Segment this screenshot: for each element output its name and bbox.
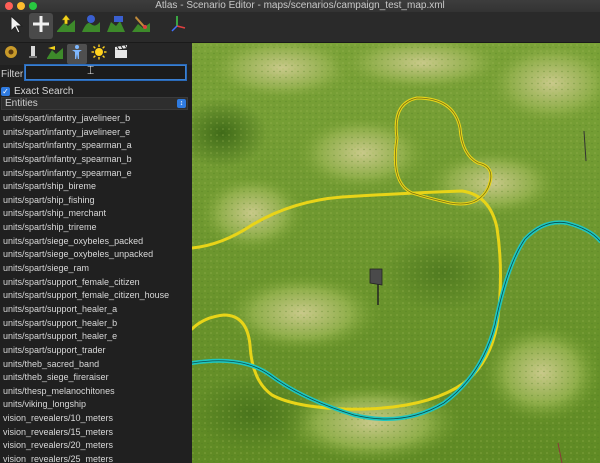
window-title: Atlas - Scenario Editor - maps/scenarios… [155,0,445,11]
tab-map-settings[interactable] [1,44,21,64]
move-cross-icon [31,14,51,39]
list-item[interactable]: units/spart/siege_oxybeles_unpacked [0,248,192,262]
panel-tabs [0,43,192,65]
filter-input[interactable] [25,65,186,80]
list-item[interactable]: units/spart/infantry_javelineer_b [0,112,192,126]
list-item[interactable]: units/spart/ship_merchant [0,207,192,221]
cinematic-clapper-icon [113,44,129,65]
select-arrow-icon [7,14,25,39]
tab-terrain[interactable] [45,44,65,64]
list-item[interactable]: units/spart/siege_oxybeles_packed [0,235,192,249]
list-item[interactable]: units/spart/support_female_citizen_house [0,289,192,303]
list-item[interactable]: vision_revealers/20_meters [0,439,192,453]
environment-sun-icon [91,44,107,65]
axes-gizmo-icon [168,14,188,39]
object-panel: Filter ⌶ ✓ Exact Search Entities ↕ units… [0,43,192,463]
list-item[interactable]: vision_revealers/10_meters [0,412,192,426]
list-item[interactable]: units/spart/infantry_spearman_e [0,167,192,181]
list-item[interactable]: units/spart/support_healer_e [0,330,192,344]
list-item[interactable]: units/theb_siege_fireraiser [0,371,192,385]
exact-search-label: Exact Search [14,85,74,97]
list-item[interactable]: vision_revealers/15_meters [0,426,192,440]
tab-object[interactable] [67,44,87,64]
list-item[interactable]: units/spart/siege_ram [0,262,192,276]
list-item[interactable]: units/spart/infantry_spearman_a [0,139,192,153]
terrain-viewport[interactable] [192,43,600,463]
list-item[interactable]: units/spart/ship_fishing [0,194,192,208]
list-item[interactable]: units/spart/support_healer_a [0,303,192,317]
paint-terrain-button[interactable] [129,13,153,39]
object-unit-icon [69,44,85,65]
raise-terrain-button[interactable] [54,13,78,39]
list-item[interactable]: units/viking_longship [0,398,192,412]
tab-player[interactable] [23,44,43,64]
smooth-terrain-button[interactable] [79,13,103,39]
list-item[interactable]: units/spart/infantry_javelineer_e [0,126,192,140]
smooth-terrain-icon [81,14,101,39]
exact-search-option[interactable]: ✓ Exact Search [1,85,73,97]
raise-terrain-icon [56,14,76,39]
terrain-icon [47,44,63,65]
list-item[interactable]: units/spart/support_healer_b [0,317,192,331]
text-cursor-icon: ⌶ [87,63,95,77]
list-item[interactable]: units/spart/ship_bireme [0,180,192,194]
map-settings-icon [3,44,19,65]
flatten-terrain-button[interactable] [104,13,128,39]
entity-list: units/spart/infantry_javelineer_b units/… [0,112,192,463]
list-item[interactable]: vision_revealers/25_meters [0,453,192,463]
category-select[interactable]: Entities ↕ [1,97,188,110]
axes-gizmo-button[interactable] [166,13,190,39]
tab-cinematic[interactable] [111,44,131,64]
list-item[interactable]: units/spart/ship_trireme [0,221,192,235]
list-item[interactable]: units/spart/support_trader [0,344,192,358]
tab-environment[interactable] [89,44,109,64]
flatten-terrain-icon [106,14,126,39]
select-tool-button[interactable] [4,13,28,39]
list-item[interactable]: units/spart/infantry_spearman_b [0,153,192,167]
list-item[interactable]: units/spart/support_female_citizen [0,276,192,290]
category-select-value: Entities [5,98,38,109]
exact-search-checkbox[interactable]: ✓ [1,86,10,96]
list-item[interactable]: units/thesp_melanochitones [0,385,192,399]
chevron-updown-icon: ↕ [177,99,186,108]
list-item[interactable]: units/theb_sacred_band [0,358,192,372]
terrain-render [192,43,600,463]
paint-terrain-icon [131,14,151,39]
player-icon [25,44,41,65]
move-tool-button[interactable] [29,13,53,39]
filter-label: Filter [1,69,24,80]
main-toolbar [0,12,600,43]
